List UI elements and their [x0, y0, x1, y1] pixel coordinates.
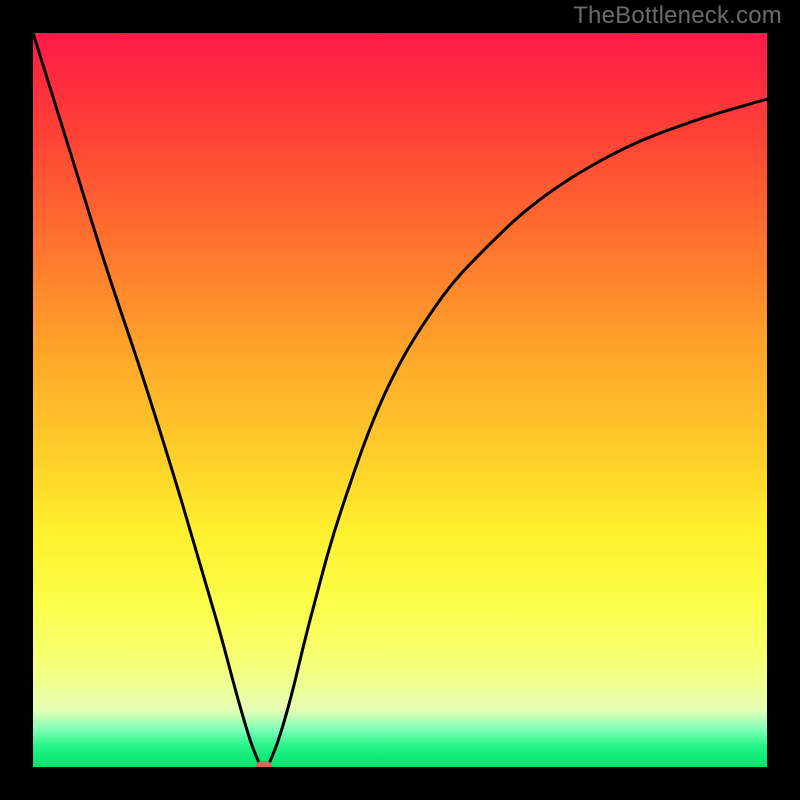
optimal-point-marker: [256, 761, 272, 767]
chart-frame: TheBottleneck.com: [0, 0, 800, 800]
plot-area: [33, 33, 767, 767]
curve-path: [33, 33, 767, 767]
watermark-text: TheBottleneck.com: [573, 2, 782, 30]
bottleneck-curve: [33, 33, 767, 767]
